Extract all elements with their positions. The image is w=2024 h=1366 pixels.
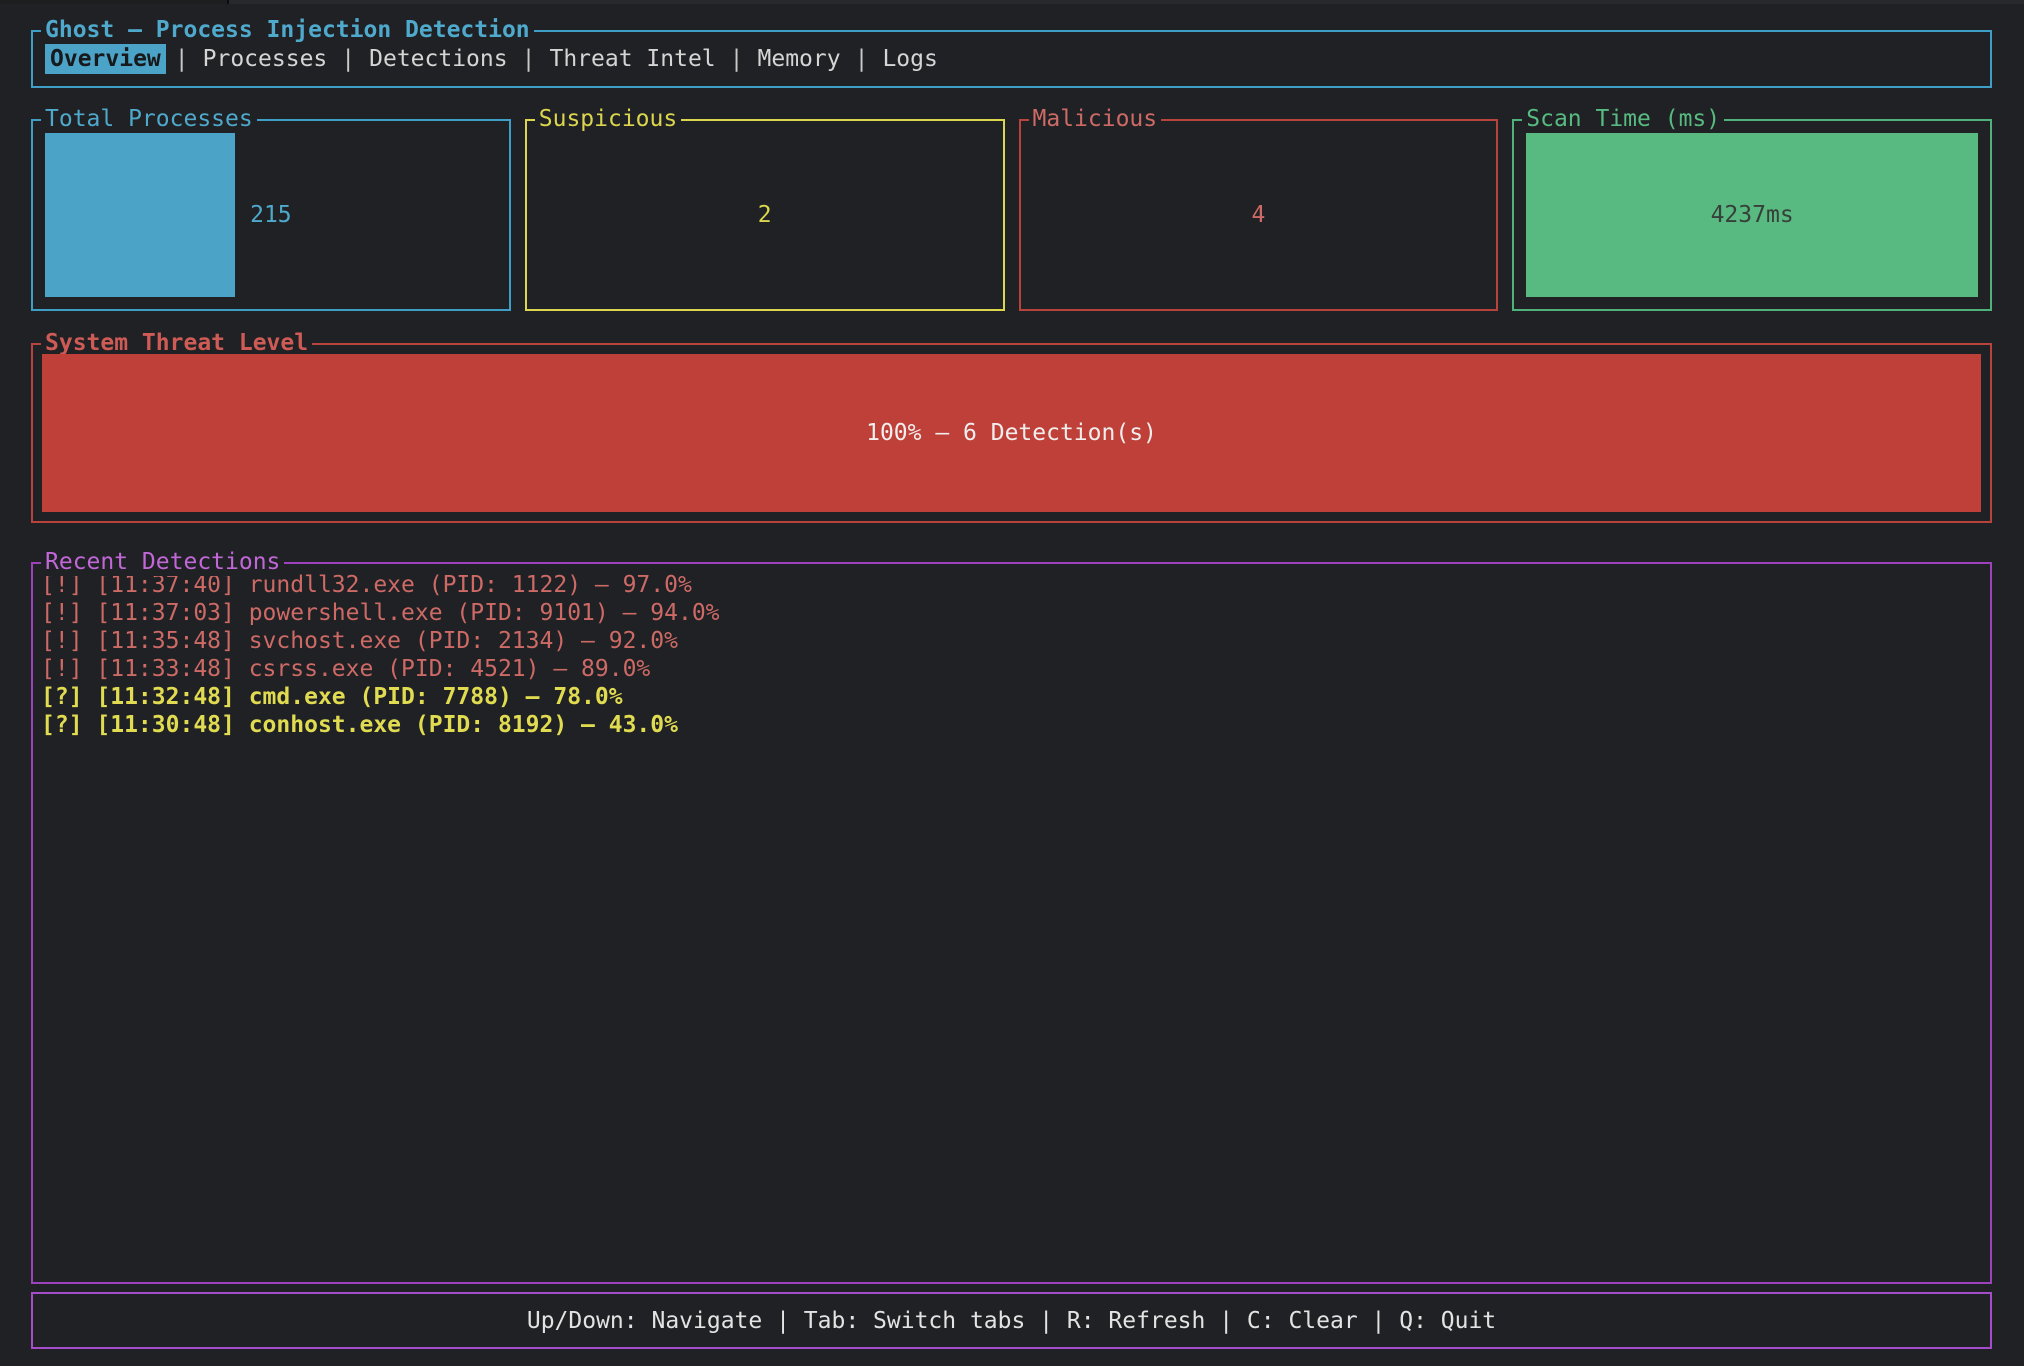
stat-value: 2 <box>758 201 772 229</box>
detection-row[interactable]: [?] [11:32:48] cmd.exe (PID: 7788) — 78.… <box>41 683 1990 711</box>
suspicious-gauge: 2 <box>539 133 991 297</box>
tab-separator: | <box>730 45 744 73</box>
threat-level-panel: System Threat Level 100% — 6 Detection(s… <box>31 343 1992 523</box>
tab-separator: | <box>855 45 869 73</box>
tab-separator: | <box>522 45 536 73</box>
recent-detections-panel: Recent Detections [!] [11:37:40] rundll3… <box>31 562 1992 1284</box>
detections-list: [!] [11:37:40] rundll32.exe (PID: 1122) … <box>33 564 1990 739</box>
stat-title: Suspicious <box>535 105 681 133</box>
stat-scan-time: Scan Time (ms) 4237ms <box>1512 119 1992 311</box>
terminal-chrome-notch <box>0 0 229 4</box>
stat-total-processes: Total Processes 215 <box>31 119 511 311</box>
detection-row[interactable]: [!] [11:37:40] rundll32.exe (PID: 1122) … <box>41 571 1990 599</box>
malicious-gauge: 4 <box>1033 133 1485 297</box>
stat-value: 4237ms <box>1711 201 1794 229</box>
stat-suspicious: Suspicious 2 <box>525 119 1005 311</box>
app-window: Ghost — Process Injection Detection Over… <box>0 0 2024 1366</box>
scan-time-gauge: 4237ms <box>1526 133 1978 297</box>
tab-memory[interactable]: Memory <box>753 44 846 74</box>
stat-title: Malicious <box>1029 105 1162 133</box>
detection-row[interactable]: [!] [11:37:03] powershell.exe (PID: 9101… <box>41 599 1990 627</box>
tab-separator: | <box>341 45 355 73</box>
tab-overview[interactable]: Overview <box>45 44 166 74</box>
stat-title: Scan Time (ms) <box>1522 105 1724 133</box>
tab-threat-intel[interactable]: Threat Intel <box>544 44 720 74</box>
stats-row: Total Processes 215 Suspicious 2 Malicio… <box>31 119 1992 311</box>
detection-row[interactable]: [!] [11:35:48] svchost.exe (PID: 2134) —… <box>41 627 1990 655</box>
tab-separator: | <box>175 45 189 73</box>
tab-bar: Ghost — Process Injection Detection Over… <box>31 30 1992 88</box>
stat-title: Total Processes <box>41 105 257 133</box>
detection-row[interactable]: [?] [11:30:48] conhost.exe (PID: 8192) —… <box>41 711 1990 739</box>
tab-logs[interactable]: Logs <box>877 44 942 74</box>
threat-level-title: System Threat Level <box>41 329 312 357</box>
gauge-fill <box>45 133 235 297</box>
threat-level-label: 100% — 6 Detection(s) <box>866 419 1157 447</box>
total-processes-gauge: 215 <box>45 133 497 297</box>
keybindings-help: Up/Down: Navigate | Tab: Switch tabs | R… <box>527 1307 1496 1335</box>
app-title: Ghost — Process Injection Detection <box>41 16 534 44</box>
tab-detections[interactable]: Detections <box>364 44 512 74</box>
tab-processes[interactable]: Processes <box>198 44 333 74</box>
footer-bar: Up/Down: Navigate | Tab: Switch tabs | R… <box>31 1292 1992 1349</box>
threat-level-gauge: 100% — 6 Detection(s) <box>42 354 1981 512</box>
stat-malicious: Malicious 4 <box>1019 119 1499 311</box>
terminal-chrome-strip <box>0 0 2024 4</box>
stat-value: 4 <box>1251 201 1265 229</box>
recent-detections-title: Recent Detections <box>41 548 284 576</box>
detection-row[interactable]: [!] [11:33:48] csrss.exe (PID: 4521) — 8… <box>41 655 1990 683</box>
stat-value: 215 <box>250 201 292 229</box>
